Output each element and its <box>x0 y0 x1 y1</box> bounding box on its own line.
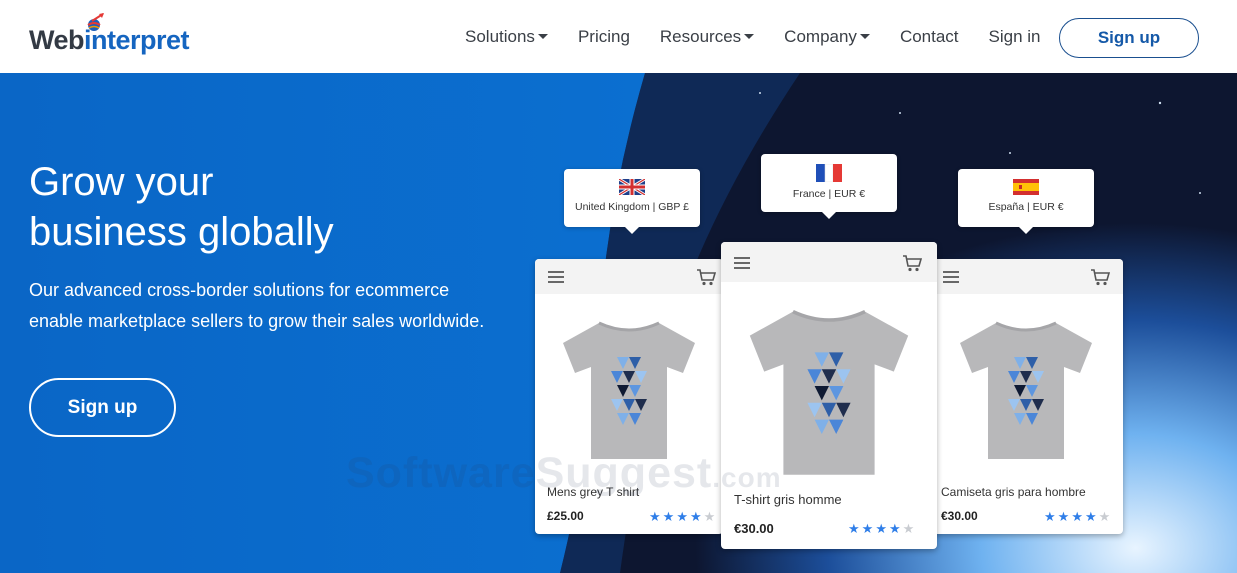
star-empty-icon: ★ <box>703 509 716 524</box>
hero-heading-line1: Grow your <box>29 160 214 204</box>
product-price: €30.00 <box>734 521 774 536</box>
nav-label: Sign in <box>988 26 1041 46</box>
star-filled-icon: ★ <box>1044 509 1056 524</box>
hero-description-line1: Our advanced cross-border solutions for … <box>29 280 450 300</box>
product-card-spain[interactable]: Camiseta gris para hombre €30.00 ★ ★ ★ ★ ★ <box>930 259 1123 534</box>
market-label: France | EUR € <box>792 188 866 200</box>
rating-stars: ★ ★ ★ ★ ★ <box>848 522 916 535</box>
caret-down-icon <box>859 34 870 39</box>
nav-label: Solutions <box>465 26 535 46</box>
star-filled-icon: ★ <box>676 509 688 524</box>
star-filled-icon: ★ <box>662 509 675 524</box>
star-filled-icon: ★ <box>1084 509 1097 524</box>
hero-section: Grow your business globally Our advanced… <box>0 73 1237 573</box>
market-label: España | EUR € <box>988 201 1064 213</box>
hero-heading: Grow your business globally <box>29 157 334 257</box>
nav-company[interactable]: Company <box>784 27 870 47</box>
hero-description: Our advanced cross-border solutions for … <box>29 275 509 337</box>
logo-text-web: Web <box>29 25 85 55</box>
hero-signup-button[interactable]: Sign up <box>29 378 176 437</box>
rating-stars: ★ ★ ★ ★ ★ <box>649 510 717 523</box>
nav-pricing[interactable]: Pricing <box>578 27 630 47</box>
star-filled-icon: ★ <box>888 521 901 536</box>
caret-down-icon <box>537 34 548 39</box>
main-nav: Solutions Pricing Resources Company Cont… <box>465 0 1071 73</box>
watermark-text: SoftwareSuggest <box>346 449 713 497</box>
nav-resources[interactable]: Resources <box>659 26 755 47</box>
tshirt-image <box>563 321 695 459</box>
watermark-suffix: .com <box>712 462 782 493</box>
market-callout-uk: United Kingdom | GBP £ <box>564 169 700 234</box>
caret-down-icon <box>744 34 755 39</box>
globe-arrow-icon <box>87 13 104 31</box>
nav-label: Contact <box>899 26 959 46</box>
hero-heading-line2: business globally <box>29 210 334 254</box>
market-callout-france: France | EUR € <box>761 154 897 219</box>
star-empty-icon: ★ <box>1098 509 1111 524</box>
rating-stars: ★ ★ ★ ★ ★ <box>1044 510 1112 523</box>
cart-icon[interactable] <box>902 254 924 272</box>
hamburger-menu-icon[interactable] <box>942 270 960 284</box>
site-header: Webinterpret Solutions Pricing Resources… <box>0 0 1237 73</box>
star-filled-icon: ★ <box>861 521 874 536</box>
nav-sign-in[interactable]: Sign in <box>989 27 1041 47</box>
star-filled-icon: ★ <box>1071 509 1083 524</box>
star-filled-icon: ★ <box>875 521 887 536</box>
hero-description-line2: enable marketplace sellers to grow their… <box>29 311 485 331</box>
product-price: €30.00 <box>941 509 978 523</box>
star-filled-icon: ★ <box>689 509 702 524</box>
nav-contact[interactable]: Contact <box>900 27 959 47</box>
cart-icon[interactable] <box>696 268 718 286</box>
nav-label: Pricing <box>577 26 630 46</box>
webinterpret-logo[interactable]: Webinterpret <box>29 13 190 60</box>
spain-flag-icon <box>1013 179 1039 195</box>
market-label: United Kingdom | GBP £ <box>574 201 689 213</box>
star-filled-icon: ★ <box>1057 509 1070 524</box>
product-price: £25.00 <box>547 509 584 523</box>
hamburger-menu-icon[interactable] <box>547 270 565 284</box>
nav-label: Resources <box>659 26 742 46</box>
nav-label: Company <box>784 26 857 46</box>
hamburger-menu-icon[interactable] <box>733 256 751 270</box>
france-flag-icon <box>816 164 842 182</box>
star-empty-icon: ★ <box>902 521 915 536</box>
uk-flag-icon <box>619 179 645 195</box>
tshirt-image <box>960 321 1092 459</box>
star-filled-icon: ★ <box>848 521 860 536</box>
watermark: SoftwareSuggest.com <box>346 449 782 498</box>
star-filled-icon: ★ <box>649 509 661 524</box>
market-callout-spain: España | EUR € <box>958 169 1094 234</box>
product-card-france[interactable]: T-shirt gris homme €30.00 ★ ★ ★ ★ ★ <box>721 242 937 549</box>
header-signup-button[interactable]: Sign up <box>1059 18 1199 58</box>
nav-solutions[interactable]: Solutions <box>465 27 548 47</box>
product-name: Camiseta gris para hombre <box>941 485 1086 499</box>
cart-icon[interactable] <box>1090 268 1112 286</box>
